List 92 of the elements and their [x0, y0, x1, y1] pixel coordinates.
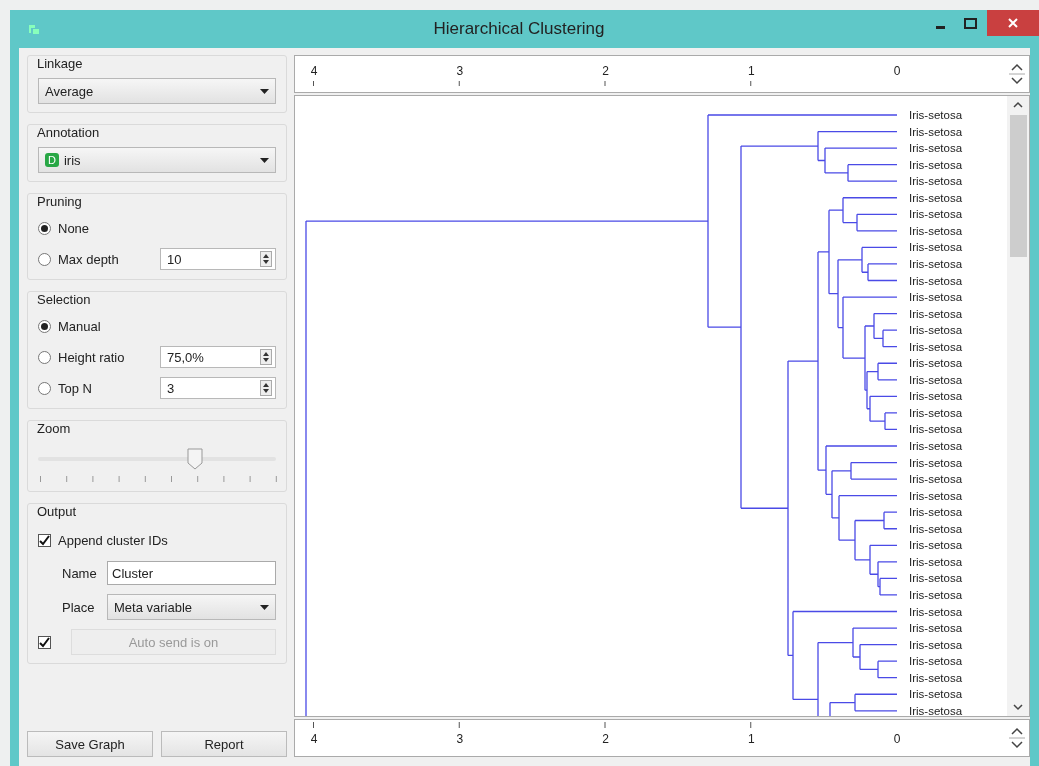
leaf-label: Iris-setosa — [909, 488, 963, 503]
radio-button[interactable] — [38, 350, 51, 364]
app-icon — [27, 22, 41, 36]
leaf-label: Iris-setosa — [909, 339, 963, 354]
spin-field[interactable]: 75,0% — [160, 346, 276, 368]
leaf-label: Iris-setosa — [909, 306, 963, 321]
axis-tick-label: 4 — [310, 732, 318, 746]
group-title: Annotation — [37, 125, 101, 140]
leaf-label: Iris-setosa — [909, 439, 963, 453]
leaf-label: Iris-setosa — [909, 273, 963, 288]
caret-icon — [260, 604, 269, 610]
group-title: Linkage — [37, 56, 84, 71]
leaf-label: Iris-setosa — [909, 422, 963, 437]
scroll-up-icon[interactable] — [1013, 101, 1023, 109]
radio-button[interactable] — [38, 252, 51, 266]
slider-thumb[interactable] — [187, 448, 204, 470]
group-title: Selection — [37, 292, 92, 307]
leaf-label: Iris-setosa — [909, 190, 963, 205]
field-label: Name — [62, 565, 98, 581]
leaf-label: Iris-setosa — [909, 174, 963, 189]
action-button[interactable]: Report — [161, 731, 287, 757]
axis-tick-label: 3 — [456, 64, 464, 78]
group-title: Output — [37, 504, 78, 519]
leaf-label: Iris-setosa — [909, 356, 963, 371]
option-label: Height ratio — [58, 349, 125, 365]
action-button[interactable]: Save Graph — [27, 731, 153, 757]
spinner-icon[interactable] — [260, 380, 272, 396]
caret-icon — [260, 157, 269, 163]
checkbox[interactable] — [38, 533, 51, 547]
leaf-label: Iris-setosa — [909, 604, 963, 619]
leaf-label: Iris-setosa — [909, 405, 963, 420]
leaf-label: Iris-setosa — [909, 240, 963, 255]
leaf-label: Iris-setosa — [909, 587, 963, 602]
leaf-label: Iris-setosa — [909, 538, 963, 553]
leaf-label: Iris-setosa — [909, 670, 963, 685]
leaf-label: Iris-setosa — [909, 157, 963, 172]
name-field[interactable]: Cluster — [107, 561, 276, 585]
leaf-label: Iris-setosa — [909, 521, 963, 536]
spin-field[interactable]: 10 — [160, 248, 276, 270]
option-label: Max depth — [58, 251, 119, 267]
close-icon[interactable] — [1007, 17, 1019, 29]
leaf-label: Iris-setosa — [909, 554, 963, 569]
leaf-label: Iris-setosa — [909, 389, 963, 404]
axis-tick-label: 1 — [747, 732, 755, 746]
leaf-label: Iris-setosa — [909, 372, 963, 387]
leaf-label: Iris-setosa — [909, 621, 963, 636]
leaf-label: Iris-setosa — [909, 141, 963, 156]
axis-tick-label: 2 — [602, 64, 609, 78]
leaf-label: Iris-setosa — [909, 290, 963, 305]
axis-tick-label: 4 — [310, 64, 318, 78]
leaf-label: Iris-setosa — [909, 472, 963, 487]
leaf-label: Iris-setosa — [909, 124, 963, 139]
scrollbar[interactable] — [1007, 96, 1029, 716]
spinner-icon[interactable] — [260, 349, 272, 365]
leaf-label: Iris-setosa — [909, 223, 963, 238]
close-button[interactable] — [987, 10, 1039, 36]
option-label: Top N — [58, 380, 92, 396]
linkage-dropdown[interactable]: Average — [38, 78, 276, 104]
scroll-thumb[interactable] — [1009, 115, 1027, 257]
leaf-label: Iris-setosa — [909, 637, 963, 652]
radio-button[interactable] — [38, 221, 51, 235]
radio-button[interactable] — [38, 319, 51, 333]
leaf-label: Iris-setosa — [909, 256, 963, 271]
leaf-label: Iris-setosa — [909, 703, 963, 716]
window-title: Hierarchical Clustering — [432, 19, 606, 39]
caret-icon — [260, 88, 269, 94]
axis-tick-label: 2 — [602, 732, 609, 746]
group-title: Zoom — [37, 421, 72, 436]
axis-tick-label: 0 — [893, 64, 901, 78]
place-dropdown[interactable]: Meta variable — [107, 594, 276, 620]
checkbox-label: Append cluster IDs — [58, 532, 168, 548]
leaf-label: Iris-setosa — [909, 207, 963, 222]
leaf-label: Iris-setosa — [909, 323, 963, 338]
leaf-label: Iris-setosa — [909, 455, 963, 470]
axis-tick-label: 3 — [456, 732, 464, 746]
axis-tick-label: 1 — [747, 64, 755, 78]
leaf-label: Iris-setosa — [909, 505, 963, 520]
spinner-icon[interactable] — [260, 251, 272, 267]
group-title: Pruning — [37, 194, 83, 209]
data-badge: D — [45, 153, 59, 167]
radio-button[interactable] — [38, 381, 51, 395]
annotation-dropdown[interactable]: D iris — [38, 147, 276, 173]
scroll-down-icon[interactable] — [1013, 703, 1023, 711]
leaf-label: Iris-setosa — [909, 687, 963, 702]
leaf-label: Iris-setosa — [909, 571, 963, 586]
leaf-label: Iris-setosa — [909, 108, 963, 122]
field-label: Place — [62, 599, 96, 615]
option-label: None — [58, 220, 90, 236]
option-label: Manual — [58, 318, 101, 334]
axis-tick-label: 0 — [893, 732, 901, 746]
leaf-label: Iris-setosa — [909, 654, 963, 669]
spin-field[interactable]: 3 — [160, 377, 276, 399]
